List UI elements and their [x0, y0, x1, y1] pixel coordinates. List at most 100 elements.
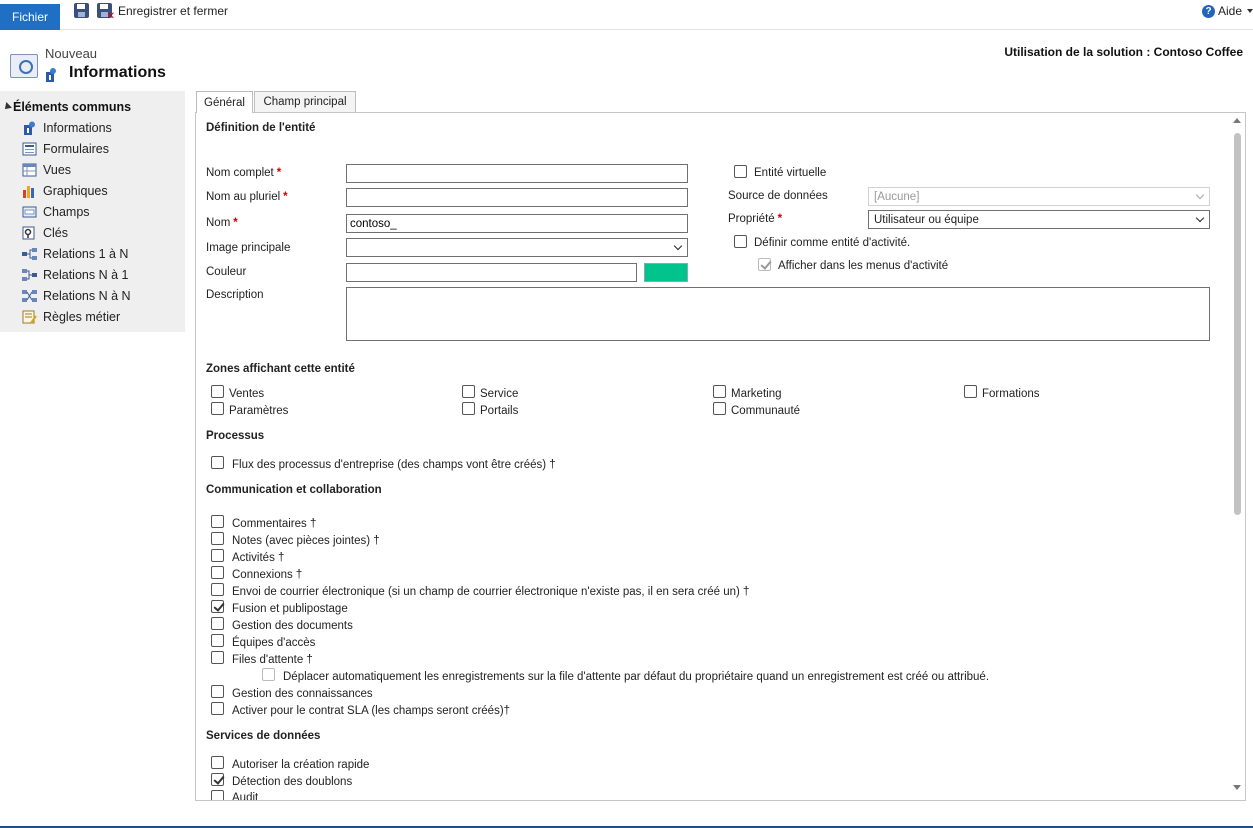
- field-icon: [22, 205, 37, 219]
- sidebar-item-relations-1-n[interactable]: Relations 1 à N: [22, 244, 128, 264]
- area-formations-checkbox[interactable]: [964, 385, 977, 398]
- comm-label: Équipes d'accès: [232, 637, 316, 649]
- comm-label: Envoi de courrier électronique (si un ch…: [232, 586, 750, 598]
- area-ventes-checkbox[interactable]: [211, 385, 224, 398]
- comments-checkbox[interactable]: [211, 515, 224, 528]
- save-close-icon[interactable]: ✕: [97, 3, 115, 22]
- sidebar-item-label: Graphiques: [43, 184, 108, 198]
- access-teams-checkbox[interactable]: [211, 634, 224, 647]
- scroll-down-icon[interactable]: [1233, 785, 1241, 790]
- sidebar-item-label: Champs: [43, 205, 90, 219]
- sidebar-item-label: Relations 1 à N: [43, 247, 129, 261]
- bpf-checkbox[interactable]: [211, 456, 224, 469]
- area-portails-checkbox[interactable]: [462, 402, 475, 415]
- area-service-checkbox[interactable]: [462, 385, 475, 398]
- sidebar-item-informations[interactable]: Informations: [22, 118, 112, 138]
- queue-auto-move-label: Déplacer automatiquement les enregistrem…: [283, 671, 990, 683]
- collapse-triangle-icon: [2, 102, 12, 112]
- area-parametres-checkbox[interactable]: [211, 402, 224, 415]
- primary-image-select[interactable]: [346, 238, 688, 257]
- sidebar-item-relations-n-1[interactable]: Relations N à 1: [22, 265, 128, 285]
- queue-auto-move-checkbox[interactable]: [262, 668, 275, 681]
- name-label: Nom *: [206, 217, 238, 229]
- virtual-entity-checkbox[interactable]: [734, 165, 747, 178]
- sidebar-item-relations-n-n[interactable]: Relations N à N: [22, 286, 131, 306]
- email-checkbox[interactable]: [211, 583, 224, 596]
- sidebar-item-label: Relations N à N: [43, 289, 131, 303]
- tab-general[interactable]: Général: [196, 91, 253, 113]
- sidebar-item-vues[interactable]: Vues: [22, 160, 71, 180]
- tab-primary-field[interactable]: Champ principal: [254, 91, 356, 112]
- name-input[interactable]: [346, 214, 688, 233]
- data-service-label: Autoriser la création rapide: [232, 759, 370, 771]
- area-label: Formations: [982, 388, 1040, 400]
- area-marketing-checkbox[interactable]: [713, 385, 726, 398]
- color-swatch[interactable]: [644, 263, 688, 282]
- activity-menus-checkbox[interactable]: [758, 258, 771, 271]
- page-title: Informations: [69, 64, 166, 81]
- queues-checkbox[interactable]: [211, 651, 224, 664]
- activity-entity-checkbox[interactable]: [734, 235, 747, 248]
- section-title-areas: Zones affichant cette entité: [206, 363, 355, 375]
- key-icon: [22, 226, 37, 240]
- sla-checkbox[interactable]: [211, 702, 224, 715]
- sidebar-item-graphiques[interactable]: Graphiques: [22, 181, 108, 201]
- virtual-entity-label: Entité virtuelle: [754, 167, 827, 179]
- section-title-data-services: Services de données: [206, 730, 321, 742]
- display-name-label: Nom complet *: [206, 167, 282, 179]
- connections-checkbox[interactable]: [211, 566, 224, 579]
- mail-merge-checkbox[interactable]: [211, 600, 224, 613]
- rules-icon: [22, 310, 37, 324]
- knowledge-management-checkbox[interactable]: [211, 685, 224, 698]
- sidebar-item-champs[interactable]: Champs: [22, 202, 90, 222]
- activity-entity-label: Définir comme entité d'activité.: [754, 237, 911, 249]
- help-menu[interactable]: ? Aide: [1202, 4, 1253, 18]
- sidebar-section-header[interactable]: Éléments communs: [2, 100, 132, 114]
- sidebar-item-regles-metier[interactable]: Règles métier: [22, 307, 120, 327]
- save-icon[interactable]: [74, 3, 89, 18]
- scroll-up-icon[interactable]: [1233, 118, 1241, 123]
- sidebar-header-label: Éléments communs: [13, 100, 132, 114]
- quick-create-checkbox[interactable]: [211, 756, 224, 769]
- display-name-input[interactable]: [346, 164, 688, 183]
- audit-checkbox[interactable]: [211, 790, 224, 800]
- ownership-select[interactable]: Utilisateur ou équipe: [868, 210, 1210, 229]
- relation-icon: [22, 268, 37, 282]
- sidebar-item-label: Formulaires: [43, 142, 109, 156]
- chart-icon: [22, 184, 37, 198]
- notes-checkbox[interactable]: [211, 532, 224, 545]
- comm-label: Activités †: [232, 552, 285, 564]
- ownership-label: Propriété *: [728, 213, 783, 225]
- info-icon: [22, 121, 37, 135]
- scrollbar-thumb[interactable]: [1234, 133, 1241, 515]
- color-input[interactable]: [346, 263, 637, 282]
- data-source-select[interactable]: [Aucune]: [868, 187, 1210, 206]
- area-label: Ventes: [229, 388, 265, 400]
- section-title-process: Processus: [206, 430, 265, 442]
- duplicate-detection-checkbox[interactable]: [211, 773, 224, 786]
- description-textarea[interactable]: [346, 287, 1210, 341]
- sidebar-item-cles[interactable]: Clés: [22, 223, 68, 243]
- sidebar: Éléments communs Informations Formulaire…: [0, 91, 185, 332]
- sidebar-item-label: Relations N à 1: [43, 268, 129, 282]
- area-label: Marketing: [731, 388, 782, 400]
- comm-label: Connexions †: [232, 569, 303, 581]
- plural-name-input[interactable]: [346, 188, 688, 207]
- section-title-communication: Communication et collaboration: [206, 484, 382, 496]
- area-communaute-checkbox[interactable]: [713, 402, 726, 415]
- save-and-close-button[interactable]: Enregistrer et fermer: [118, 4, 228, 18]
- page-subtitle: Nouveau: [45, 46, 98, 61]
- document-management-checkbox[interactable]: [211, 617, 224, 630]
- form-icon: [22, 142, 37, 156]
- chevron-down-icon: [1247, 9, 1253, 13]
- chevron-down-icon: [673, 241, 683, 251]
- sidebar-item-formulaires[interactable]: Formulaires: [22, 139, 109, 159]
- chevron-down-icon: [1195, 213, 1205, 223]
- relation-icon: [22, 289, 37, 303]
- area-label: Portails: [480, 405, 519, 417]
- area-label: Paramètres: [229, 405, 289, 417]
- activities-checkbox[interactable]: [211, 549, 224, 562]
- file-menu-button[interactable]: Fichier: [0, 4, 60, 30]
- area-label: Communauté: [731, 405, 801, 417]
- clipped-row: Audit: [196, 790, 1230, 800]
